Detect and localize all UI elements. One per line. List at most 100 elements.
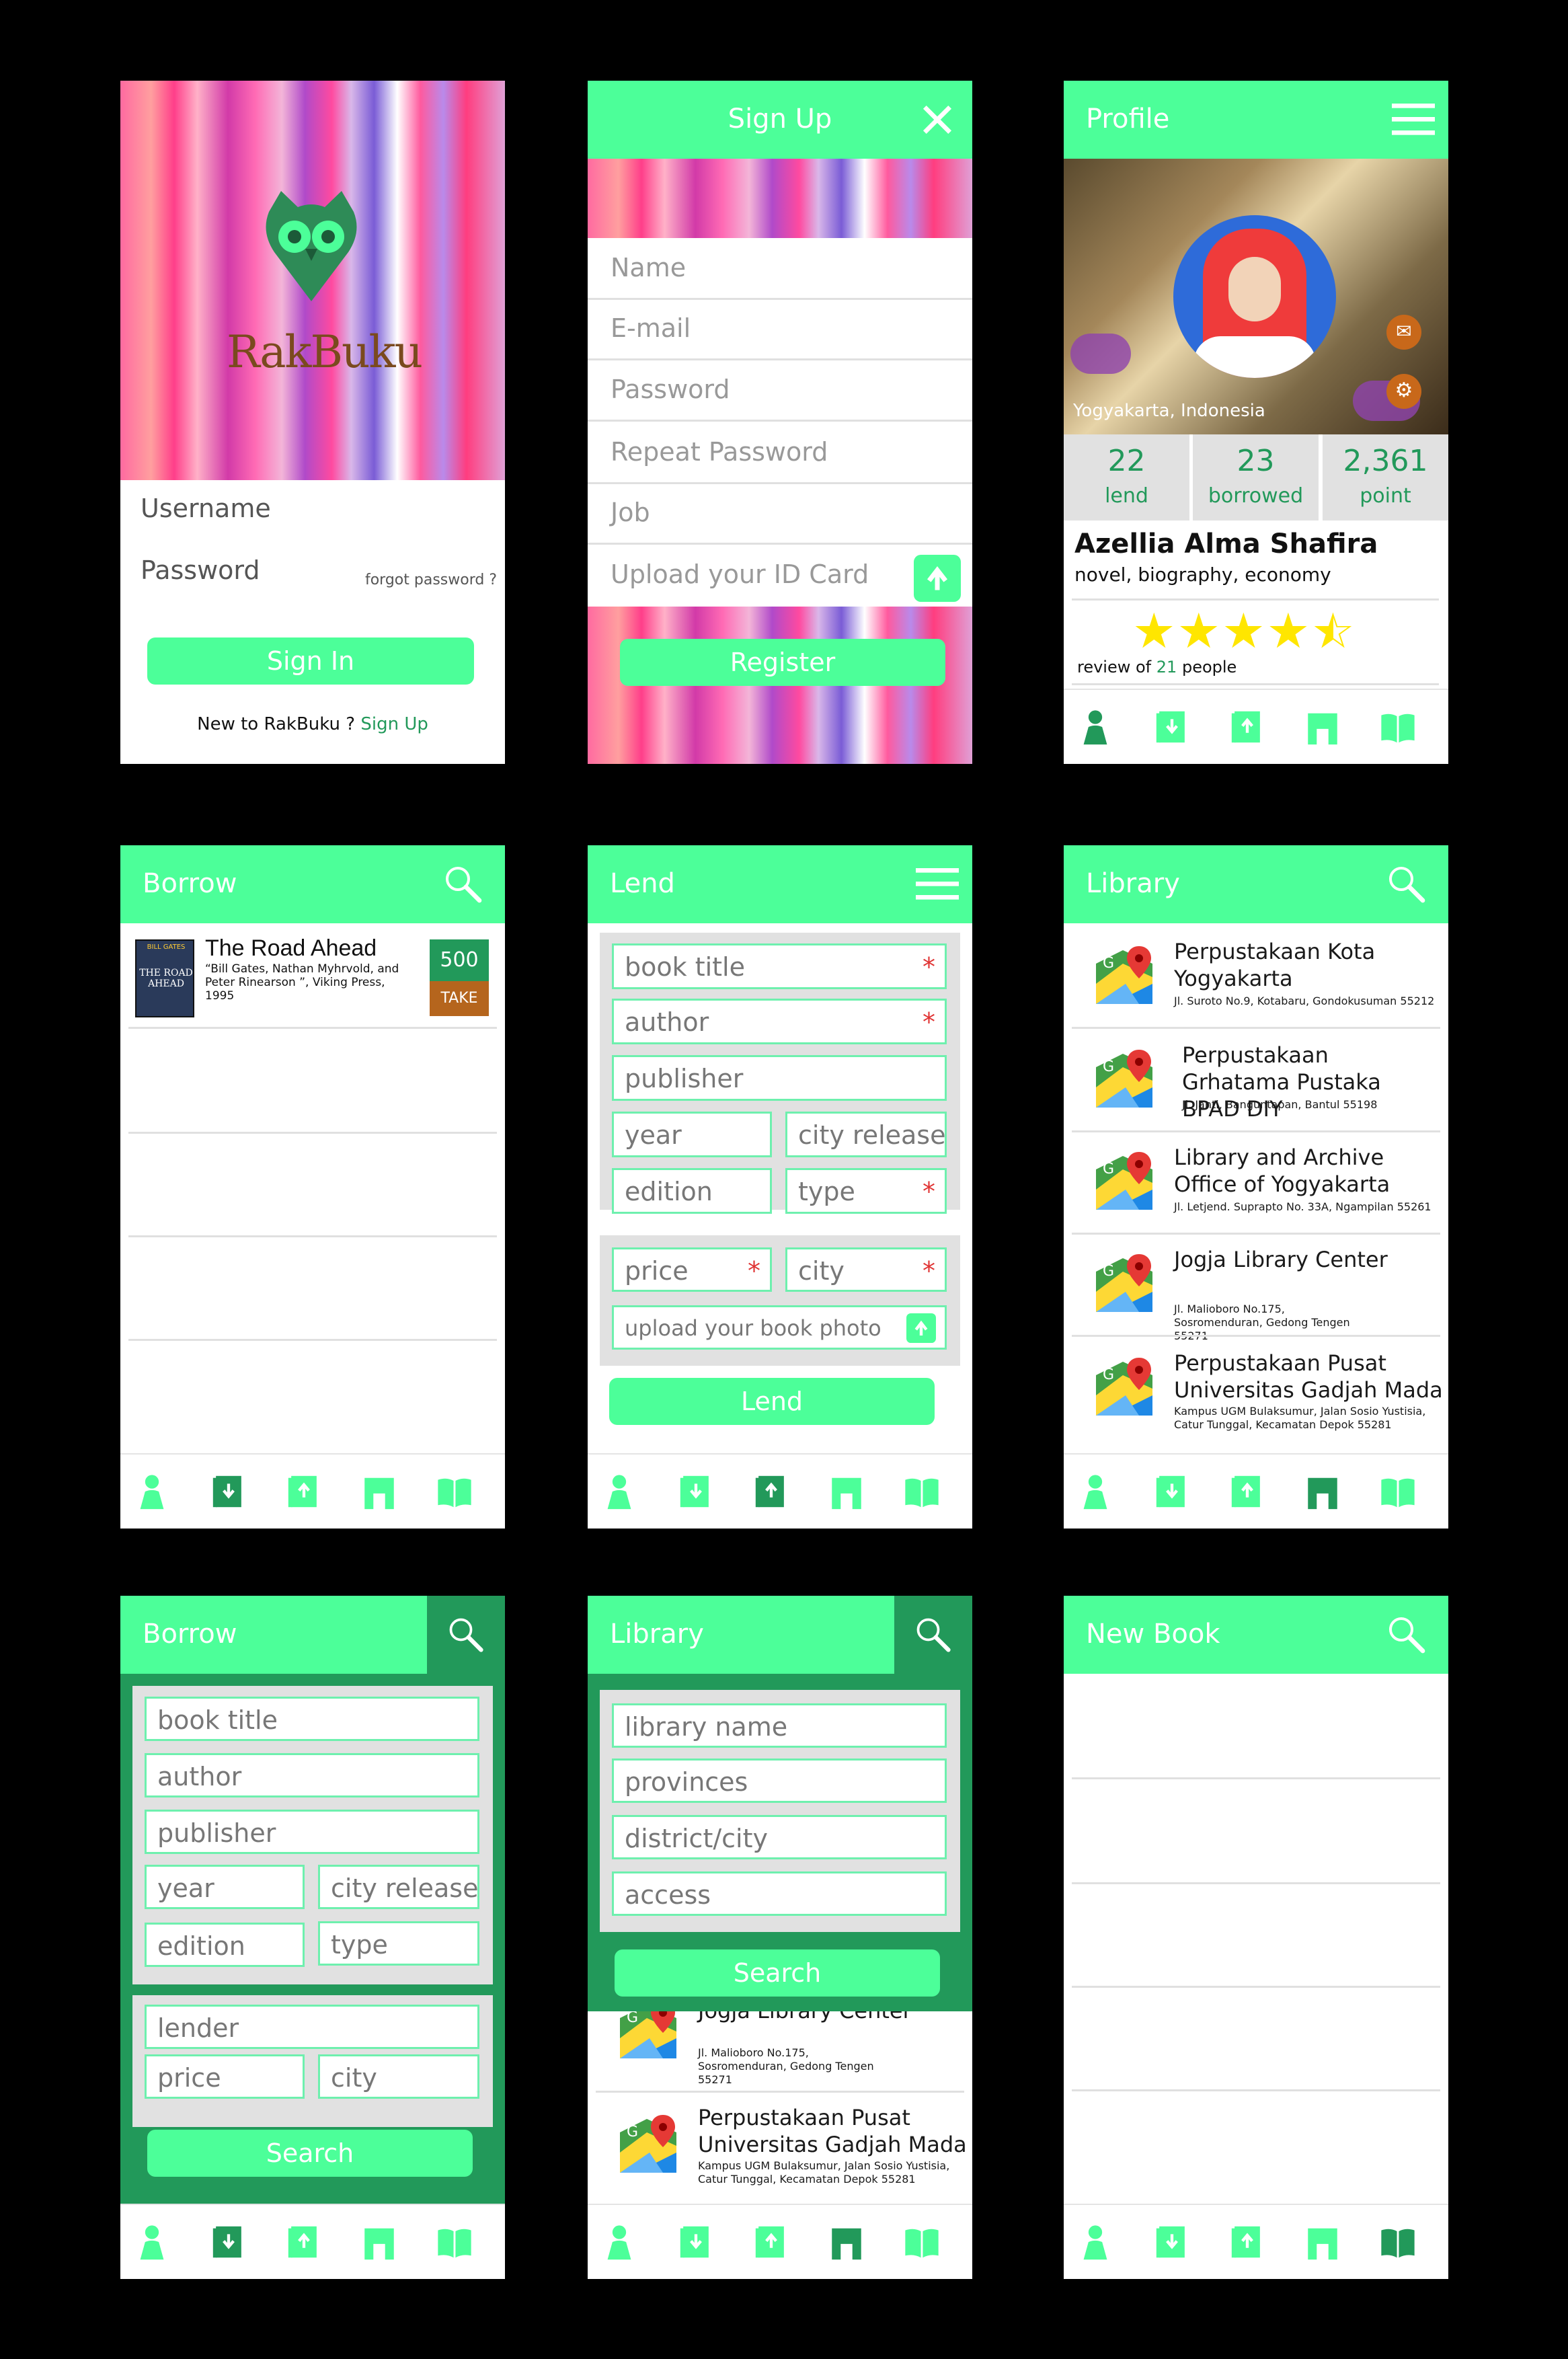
library-name[interactable]: Jogja Library Center [1174, 1246, 1436, 1273]
borrow-book-icon[interactable] [1152, 707, 1191, 746]
year-field[interactable]: year [612, 1112, 772, 1157]
provinces-field[interactable]: provinces [612, 1758, 947, 1803]
access-field[interactable]: access [612, 1871, 947, 1916]
borrow-book-icon[interactable] [676, 2222, 715, 2261]
job-field[interactable]: Job [611, 498, 650, 527]
price-field[interactable]: price * [612, 1247, 772, 1292]
search-icon[interactable] [442, 863, 485, 906]
publisher-field[interactable]: publisher [145, 1810, 479, 1854]
profile-icon[interactable] [132, 2222, 171, 2261]
profile-icon[interactable] [1076, 2222, 1115, 2261]
year-field[interactable]: year [145, 1865, 305, 1909]
book-photo-field[interactable]: upload your book photo [612, 1305, 947, 1350]
new-book-icon[interactable] [902, 2222, 941, 2261]
new-book-icon[interactable] [1378, 1472, 1417, 1511]
borrow-book-icon[interactable] [209, 2222, 248, 2261]
signup-header: Sign Up [588, 81, 972, 159]
new-book-icon[interactable] [1378, 707, 1417, 746]
username-field[interactable]: Username [141, 494, 271, 523]
email-field[interactable]: E-mail [611, 313, 691, 343]
upload-id-field[interactable]: Upload your ID Card [611, 559, 869, 589]
city-release-field[interactable]: city release [785, 1112, 947, 1157]
register-button[interactable]: Register [620, 639, 945, 686]
menu-icon[interactable] [916, 863, 959, 906]
lend-book-icon[interactable] [1228, 2222, 1267, 2261]
new-book-icon[interactable] [435, 2222, 474, 2261]
lend-book-icon[interactable] [284, 1472, 323, 1511]
profile-icon[interactable] [600, 2222, 639, 2261]
profile-icon[interactable] [600, 1472, 639, 1511]
library-name[interactable]: Perpustakaan Kota Yogyakarta [1174, 938, 1436, 992]
type-field[interactable]: type * [785, 1168, 947, 1214]
menu-icon[interactable] [1392, 98, 1435, 141]
forgot-password-link[interactable]: forgot password ? [365, 572, 497, 588]
search-button[interactable]: Search [615, 1949, 940, 1997]
district-city-field[interactable]: district/city [612, 1815, 947, 1859]
upload-icon[interactable] [904, 1313, 939, 1343]
map-pin-icon [1092, 1149, 1157, 1214]
profile-icon[interactable] [1076, 707, 1115, 746]
library-icon[interactable] [1303, 1472, 1342, 1511]
lend-book-icon[interactable] [752, 1472, 791, 1511]
type-field[interactable]: type [318, 1921, 479, 1966]
lend-book-icon[interactable] [752, 2222, 791, 2261]
city-field[interactable]: city * [785, 1247, 947, 1292]
library-icon[interactable] [827, 1472, 866, 1511]
mail-icon[interactable]: ✉ [1386, 315, 1421, 350]
bottom-nav [1064, 1453, 1448, 1529]
library-icon[interactable] [827, 2222, 866, 2261]
library-icon[interactable] [1303, 2222, 1342, 2261]
search-icon[interactable] [913, 1615, 953, 1655]
search-toggle[interactable] [427, 1596, 505, 1674]
borrow-book-icon[interactable] [209, 1472, 248, 1511]
library-icon[interactable] [360, 2222, 399, 2261]
gear-icon[interactable]: ⚙ [1386, 374, 1421, 409]
city-release-field[interactable]: city release [318, 1865, 479, 1909]
search-icon[interactable] [446, 1615, 486, 1655]
lender-field[interactable]: lender [145, 2005, 479, 2049]
city-field[interactable]: city [318, 2054, 479, 2099]
lend-button[interactable]: Lend [609, 1378, 935, 1425]
take-button[interactable]: TAKE [430, 981, 489, 1016]
edition-field[interactable]: edition [612, 1168, 772, 1214]
close-icon[interactable] [916, 98, 959, 141]
sign-up-link[interactable]: Sign Up [360, 714, 428, 734]
publisher-field[interactable]: publisher [612, 1055, 947, 1101]
lend-book-icon[interactable] [1228, 1472, 1267, 1511]
password-field[interactable]: Password [611, 375, 730, 404]
edition-field[interactable]: edition [145, 1923, 305, 1967]
book-title-field[interactable]: book title * [612, 943, 947, 989]
search-icon[interactable] [1385, 863, 1428, 906]
star-icon: ★ [1222, 603, 1267, 659]
borrow-book-icon[interactable] [676, 1472, 715, 1511]
lend-book-icon[interactable] [284, 2222, 323, 2261]
name-field[interactable]: Name [611, 253, 686, 282]
library-name-field[interactable]: library name [612, 1703, 947, 1748]
new-book-icon[interactable] [1378, 2222, 1417, 2261]
profile-icon[interactable] [132, 1472, 171, 1511]
library-icon[interactable] [360, 1472, 399, 1511]
password-field[interactable]: Password [141, 555, 260, 585]
upload-icon[interactable] [912, 555, 963, 602]
library-icon[interactable] [1303, 707, 1342, 746]
author-field[interactable]: author [145, 1753, 479, 1797]
result-item[interactable]: Jogja Library Center Jl. Malioboro No.17… [588, 2011, 972, 2084]
library-name[interactable]: Perpustakaan Pusat Universitas Gadjah Ma… [698, 2104, 967, 2158]
search-icon[interactable] [1385, 1613, 1428, 1656]
search-button[interactable]: Search [147, 2130, 473, 2177]
profile-icon[interactable] [1076, 1472, 1115, 1511]
sign-in-button[interactable]: Sign In [147, 637, 474, 685]
book-title-field[interactable]: book title [145, 1697, 479, 1741]
new-book-icon[interactable] [902, 1472, 941, 1511]
library-name[interactable]: Library and Archive Office of Yogyakarta [1174, 1144, 1443, 1198]
repeat-password-field[interactable]: Repeat Password [611, 437, 828, 467]
borrow-book-icon[interactable] [1152, 1472, 1191, 1511]
borrow-header: Borrow [120, 1596, 505, 1674]
new-book-icon[interactable] [435, 1472, 474, 1511]
lend-book-icon[interactable] [1228, 707, 1267, 746]
borrow-book-icon[interactable] [1152, 2222, 1191, 2261]
author-field[interactable]: author * [612, 999, 947, 1044]
price-field[interactable]: price [145, 2054, 305, 2099]
search-toggle[interactable] [894, 1596, 972, 1674]
library-name[interactable]: Perpustakaan Pusat Universitas Gadjah Ma… [1174, 1350, 1443, 1403]
